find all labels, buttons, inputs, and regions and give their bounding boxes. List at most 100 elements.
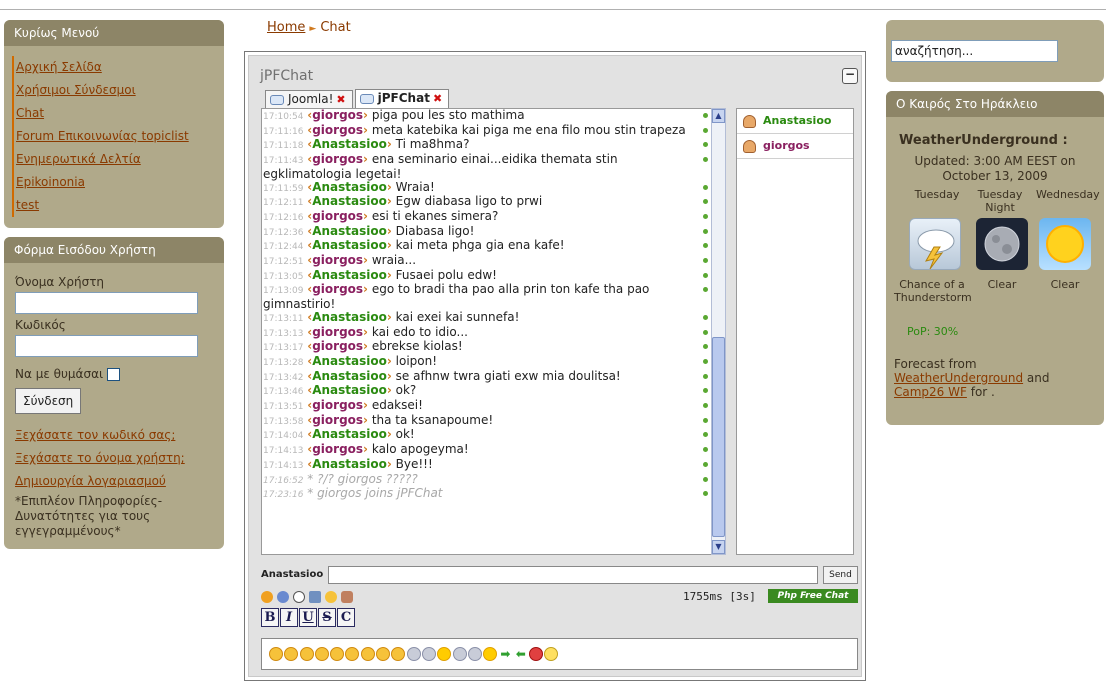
menu-link[interactable]: Chat (16, 106, 44, 120)
close-tab-icon[interactable]: ✖ (433, 92, 442, 105)
nick-text: Anastasioo (312, 267, 387, 282)
php-free-chat-logo[interactable]: Php Free Chat (768, 589, 858, 603)
message-nick[interactable]: ‹Anastasioo› (307, 137, 392, 151)
menu-link[interactable]: Χρήσιμοι Σύνδεσμοι (16, 83, 136, 97)
scroll-down-icon[interactable]: ▼ (712, 540, 725, 554)
sun-graphic (1046, 225, 1084, 263)
tab-joomla[interactable]: Joomla! ✖ (265, 90, 353, 108)
message-nick[interactable]: ‹giorgos› (307, 253, 368, 267)
send-button[interactable]: Send (823, 566, 858, 584)
message-nick[interactable]: ‹giorgos› (307, 282, 368, 296)
chat-title: jPFChat (260, 68, 314, 84)
color-button[interactable]: C (337, 608, 355, 627)
message-nick[interactable]: ‹giorgos› (307, 398, 368, 412)
arrow-right-icon[interactable]: ➡ (498, 647, 512, 661)
laugh-icon[interactable] (360, 646, 375, 661)
password-field[interactable] (15, 335, 198, 357)
sound-icon[interactable] (309, 590, 321, 603)
status-dot-icon (703, 213, 708, 219)
user-item[interactable]: giorgos (737, 134, 853, 159)
menu-link[interactable]: Epikoinonia (16, 175, 85, 189)
weather-source-title: WeatherUnderground : (899, 133, 1068, 148)
message-nick[interactable]: ‹giorgos› (307, 339, 368, 353)
emoticon-icon[interactable] (325, 590, 337, 603)
message-nick[interactable]: ‹Anastasioo› (307, 310, 392, 324)
scroll-up-icon[interactable]: ▲ (712, 109, 725, 123)
message-nick[interactable]: ‹giorgos› (307, 109, 368, 122)
message-nick[interactable]: ‹giorgos› (307, 413, 368, 427)
nick-text: Anastasioo (312, 353, 387, 368)
italic-button[interactable]: I (280, 608, 298, 627)
underline-button[interactable]: U (299, 608, 317, 627)
message-input[interactable] (328, 566, 818, 584)
smiley-icon[interactable] (261, 590, 273, 603)
arrow-left-icon[interactable]: ⬅ (514, 647, 528, 661)
message-nick[interactable]: ‹Anastasioo› (307, 194, 392, 208)
rain-icon[interactable] (452, 646, 467, 661)
message-nick[interactable]: ‹giorgos› (307, 123, 368, 137)
user-item[interactable]: Anastasioo (737, 109, 853, 134)
message-nick[interactable]: ‹giorgos› (307, 152, 368, 166)
message-nick[interactable]: ‹Anastasioo› (307, 238, 392, 252)
status-dot-icon (703, 491, 708, 497)
forgot-username-link[interactable]: Ξεχάσατε το όνομα χρήστη; (15, 451, 224, 465)
message-nick[interactable]: ‹giorgos› (307, 325, 368, 339)
menu-link[interactable]: Αρχική Σελίδα (16, 60, 102, 74)
message-nick[interactable]: ‹giorgos› (307, 442, 368, 456)
my-nick: Anastasioo (261, 569, 324, 580)
storm-icon[interactable] (421, 646, 436, 661)
message-nick[interactable]: ‹Anastasioo› (307, 457, 392, 471)
message-nick[interactable]: ‹Anastasioo› (307, 427, 392, 441)
search-input[interactable]: αναζήτηση... (891, 40, 1058, 62)
camp26-link[interactable]: Camp26 WF (894, 385, 967, 399)
scroll-thumb[interactable] (712, 337, 725, 537)
create-account-link[interactable]: Δημιουργία λογαριασμού (15, 474, 224, 488)
menu-link[interactable]: test (16, 198, 39, 212)
partly-cloudy-icon[interactable] (467, 646, 482, 661)
alert-icon[interactable] (529, 646, 544, 661)
message-nick[interactable]: ‹Anastasioo› (307, 369, 392, 383)
sun-icon[interactable] (437, 646, 452, 661)
forgot-password-link[interactable]: Ξεχάσατε τον κωδικό σας; (15, 428, 224, 442)
message-time: 17:13:11 (263, 313, 304, 324)
forecast-credit: Forecast from WeatherUnderground and Cam… (894, 357, 1094, 399)
message-nick[interactable]: ‹Anastasioo› (307, 383, 392, 397)
minimize-button[interactable]: − (842, 68, 858, 84)
nick-text: giorgos (312, 339, 364, 354)
grin-icon[interactable] (284, 646, 299, 661)
lightning-icon[interactable] (483, 646, 498, 661)
blush-icon[interactable] (314, 646, 329, 661)
nick-bracket: › (386, 353, 392, 368)
users-icon[interactable] (277, 590, 289, 603)
cool-icon[interactable] (345, 646, 360, 661)
tab-jpfchat[interactable]: jPFChat ✖ (354, 89, 450, 108)
login-button[interactable]: Σύνδεση (15, 388, 82, 414)
weatherunderground-link[interactable]: WeatherUnderground (894, 371, 1023, 385)
message-nick[interactable]: ‹Anastasioo› (307, 354, 392, 368)
bold-button[interactable]: B (261, 608, 279, 627)
nick-bracket: › (363, 122, 368, 137)
menu-link[interactable]: Forum Επικοινωνίας topiclist (16, 129, 189, 143)
status-dot-icon (703, 142, 708, 148)
clock-icon[interactable] (293, 590, 305, 603)
message-nick[interactable]: ‹Anastasioo› (307, 224, 392, 238)
message-nick[interactable]: ‹Anastasioo› (307, 180, 392, 194)
smile-icon[interactable] (269, 646, 283, 661)
message-scrollbar[interactable]: ▲ ▼ (711, 108, 726, 555)
close-tab-icon[interactable]: ✖ (336, 93, 345, 106)
remember-checkbox[interactable] (107, 368, 121, 381)
message-nick[interactable]: ‹giorgos› (307, 209, 368, 223)
day-name: Wednesday (1036, 188, 1100, 201)
sad-icon[interactable] (330, 646, 345, 661)
message-nick[interactable]: ‹Anastasioo› (307, 268, 392, 282)
tongue-icon[interactable] (376, 646, 391, 661)
username-field[interactable] (15, 292, 198, 314)
breadcrumb-home[interactable]: Home (267, 20, 305, 35)
menu-link[interactable]: Ενημερωτικά Δελτία (16, 152, 141, 166)
person-icon[interactable] (341, 590, 353, 603)
angry-icon[interactable] (391, 646, 406, 661)
cloud-icon[interactable] (406, 646, 421, 661)
surprised-icon[interactable] (299, 646, 314, 661)
bulb-icon[interactable] (544, 646, 559, 661)
strike-button[interactable]: S (318, 608, 336, 627)
